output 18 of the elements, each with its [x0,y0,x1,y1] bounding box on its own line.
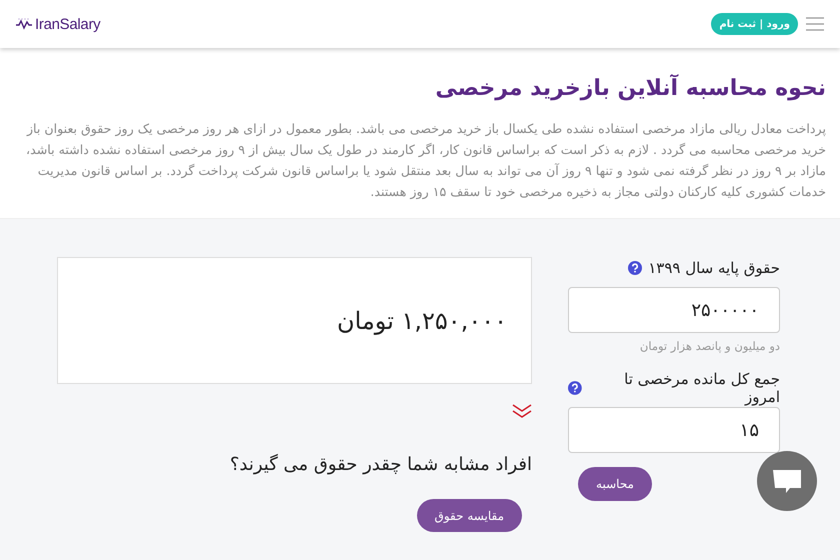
calculate-button[interactable]: محاسبه [578,467,652,501]
field-label: حقوق پایه سال ۱۳۹۹ [648,259,780,277]
result-amount: ۱,۲۵۰,۰۰۰ تومان [337,306,507,334]
field-hint: دو میلیون و پانصد هزار تومان [638,339,780,353]
menu-icon[interactable] [806,17,824,31]
intro-paragraph: پرداخت معادل ریالی مازاد مرخصی استفاده نشده طی یکسال باز خرید مرخصی می باشد. بطور معمول در ازای هر روز مرخصی یک روز حقوق بعنوان باز خرید مرخصی محاسبه می گردد . لازم به ذکر است که براساس قانون کار، اگر کارمند در طول یک سال بیش از ۹ روز مرخصی استفاده نشده داشته باشد، مازاد بر ۹ روز در نظر گرفته نمی شود و تنها ۹ روز آن می تواند به سال بعد منتقل شود یا براساس قانون شرکت پرداخت گردد. بر اساس قانون مدیریت خدمات کشوری کلیه کارکنان دولتی مجاز به ذخیره مرخصی خود تا سقف ۱۵ روز هستند. [25,120,826,202]
field-label: جمع کل مانده مرخصی تا امروز [623,370,780,406]
double-chevron-icon[interactable] [512,404,532,418]
chat-icon[interactable] [757,451,817,511]
comparison-question: افراد مشابه شما چقدر حقوق می گیرند؟ [230,454,532,475]
input-field[interactable]: ۱۵ [568,407,780,453]
compare-salary-button[interactable]: مقایسه حقوق [416,499,522,532]
input-field[interactable]: ۲۵۰۰۰۰۰ [568,287,780,333]
logo-icon [16,18,32,30]
page-title: نحوه محاسبه آنلاین بازخرید مرخصی [434,74,826,103]
logo-text[interactable]: IranSalary [35,16,100,32]
help-icon[interactable] [568,381,582,395]
help-icon[interactable] [628,261,642,275]
